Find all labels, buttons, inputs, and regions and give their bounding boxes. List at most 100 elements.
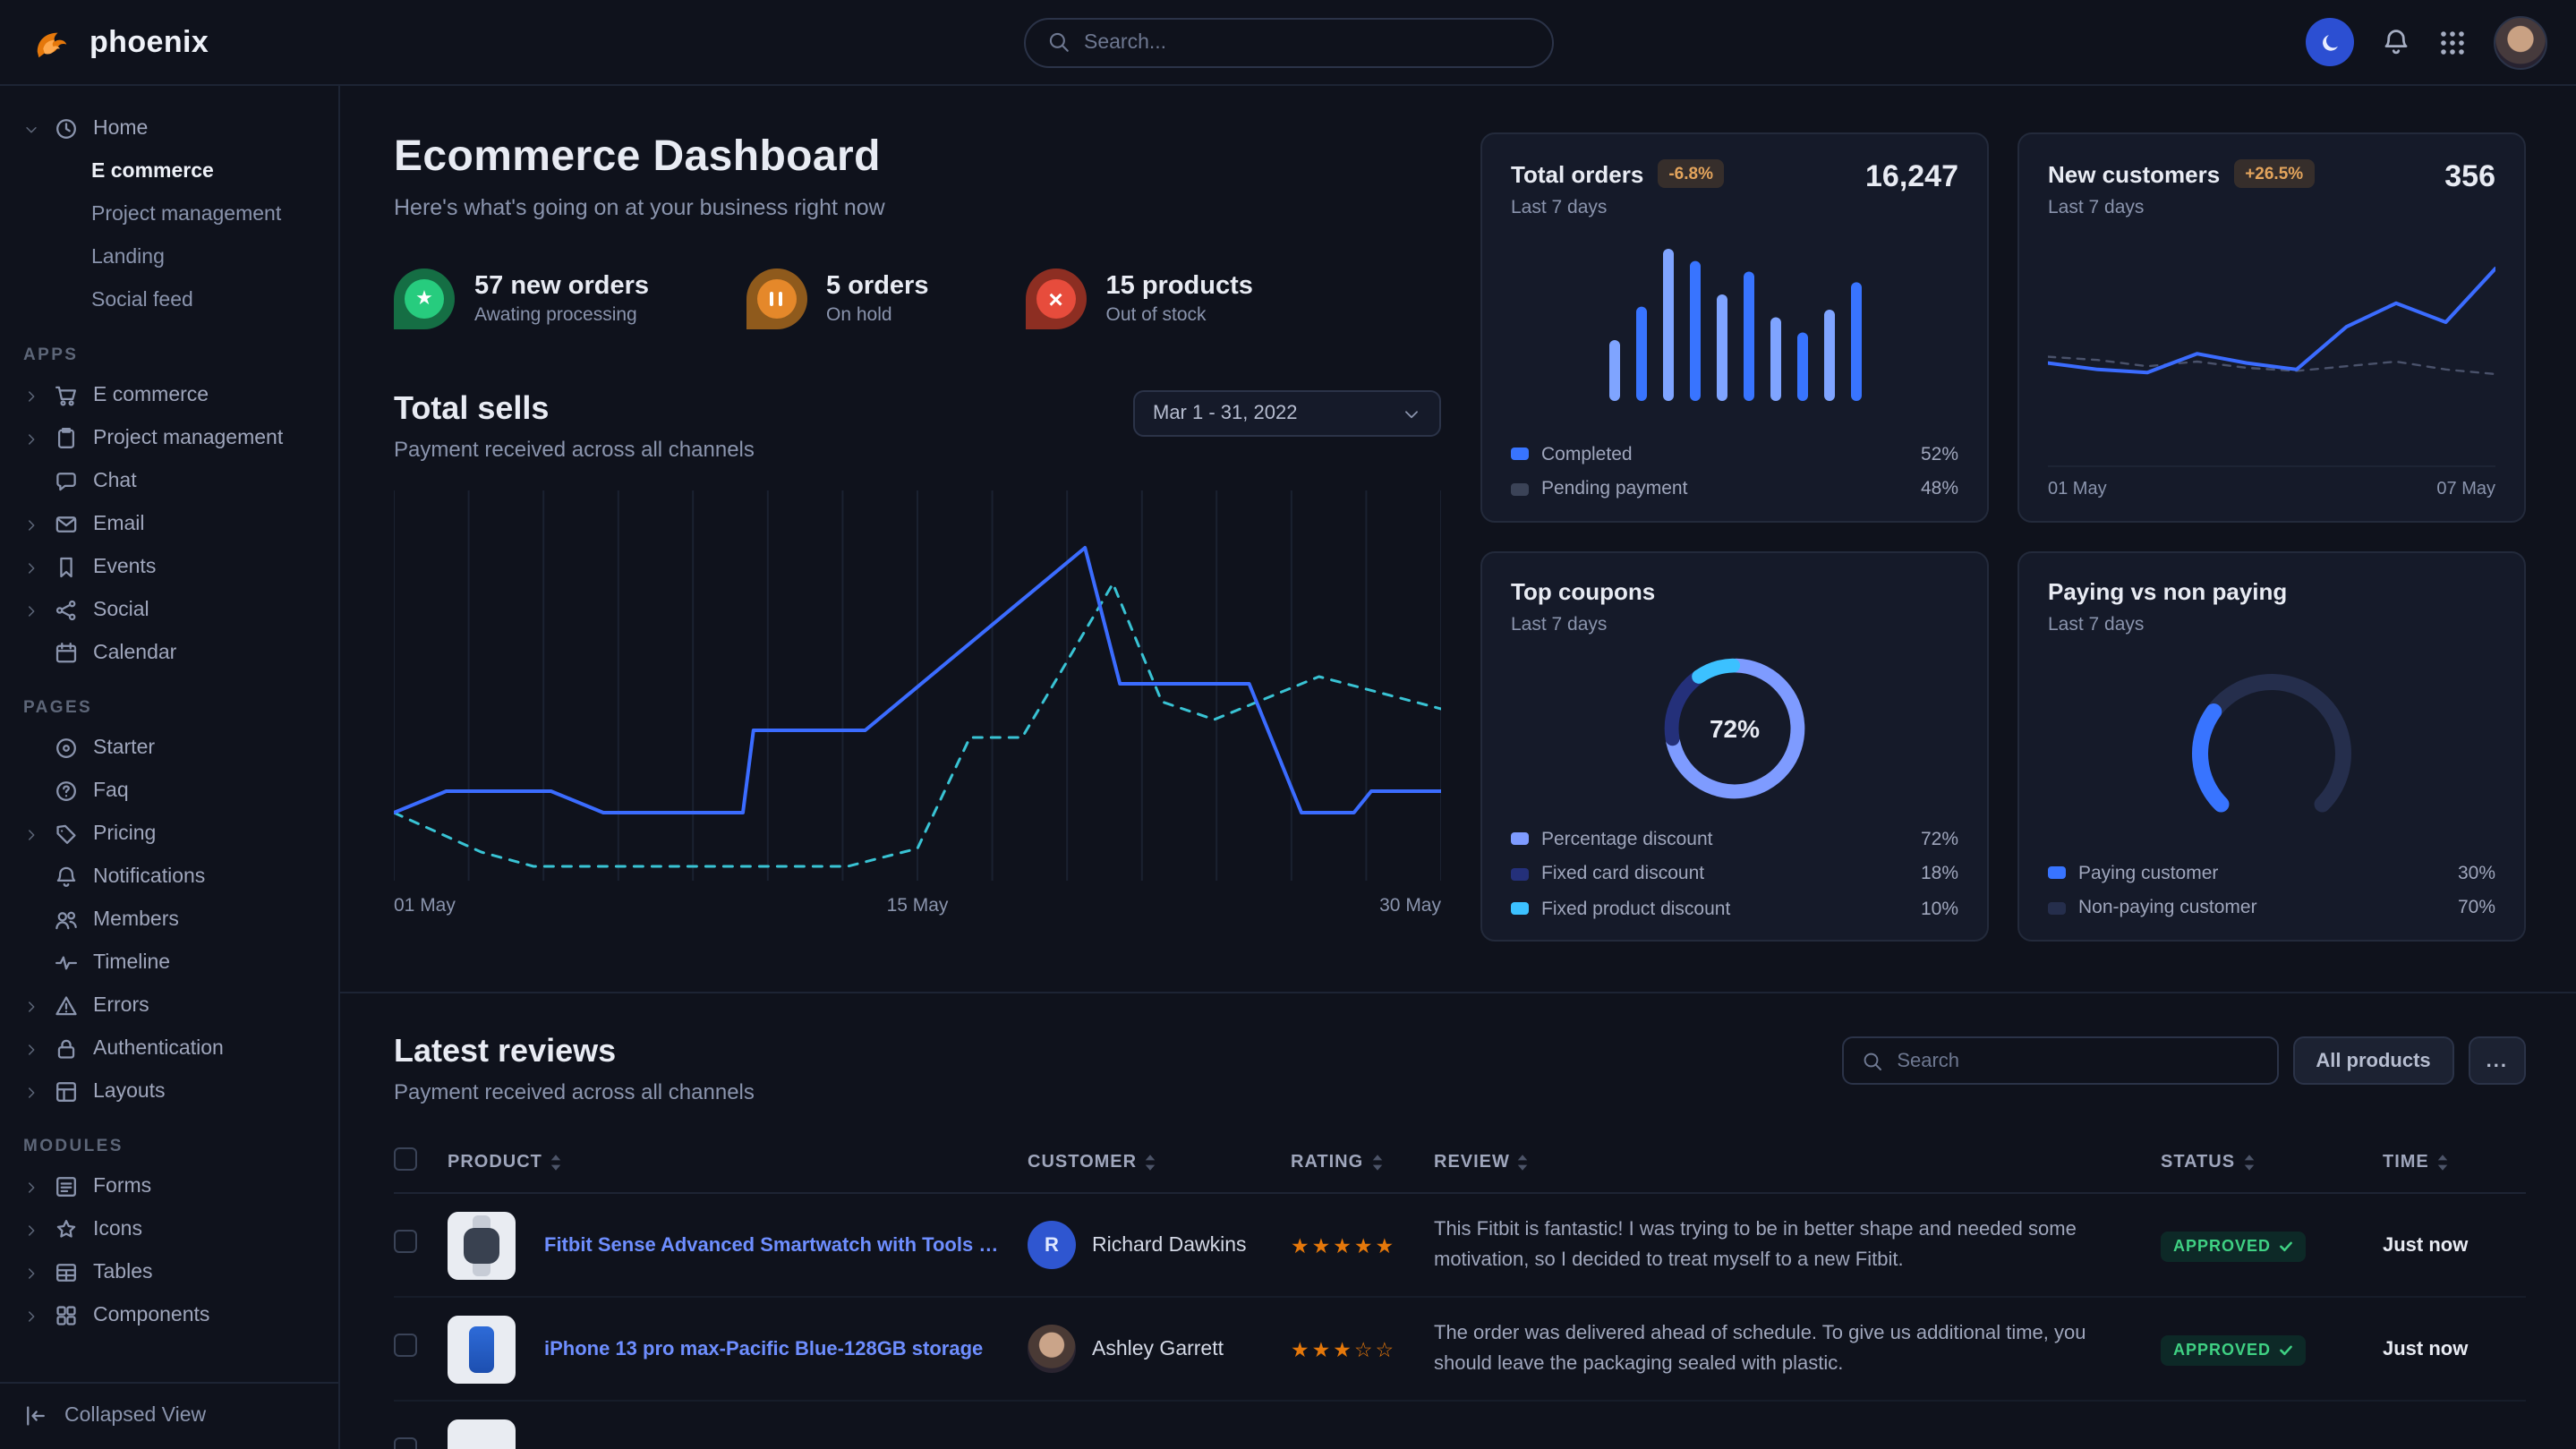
sidebar-item-faq[interactable]: Faq: [0, 770, 338, 813]
sidebar-item-social-feed[interactable]: Social feed: [0, 279, 338, 322]
column-header-time[interactable]: TIME: [2383, 1153, 2526, 1172]
sidebar-item-tables[interactable]: Tables: [0, 1251, 338, 1294]
sidebar-item-events[interactable]: Events: [0, 546, 338, 589]
sidebar-item-icons[interactable]: Icons: [0, 1208, 338, 1251]
reviews-controls: All products ...: [1841, 1036, 2526, 1085]
star-icon: [54, 1217, 81, 1242]
profile-avatar[interactable]: [2494, 15, 2547, 69]
date-range-select[interactable]: Mar 1 - 31, 2022: [1133, 390, 1441, 437]
legend-row: Completed52%: [1511, 443, 1958, 465]
sidebar-item-label: Home: [93, 118, 148, 140]
date-range-value: Mar 1 - 31, 2022: [1153, 403, 1297, 424]
sidebar-item-authentication[interactable]: Authentication: [0, 1027, 338, 1070]
chevron-right-icon: [23, 1308, 41, 1324]
global-search-input[interactable]: [1084, 31, 1530, 53]
product-thumbnail: [448, 1211, 544, 1279]
notifications-button[interactable]: [2381, 27, 2411, 57]
sidebar-item-calendar[interactable]: Calendar: [0, 632, 338, 675]
stat-star: ★57 new ordersAwating processing: [394, 268, 649, 329]
sidebar-item-timeline[interactable]: Timeline: [0, 942, 338, 984]
legend-row: Fixed product discount10%: [1511, 898, 1958, 919]
x-axis-label: 30 May: [1379, 895, 1441, 916]
sidebar-item-project-management[interactable]: Project management: [0, 193, 338, 236]
column-header-customer[interactable]: CUSTOMER: [1028, 1153, 1291, 1172]
stat-x: ×15 productsOut of stock: [1026, 268, 1253, 329]
product-link[interactable]: iPhone 13 pro max-Pacific Blue-128GB sto…: [544, 1338, 1028, 1360]
legend-swatch: [1511, 902, 1529, 915]
sidebar-item-members[interactable]: Members: [0, 899, 338, 942]
sidebar-item-pricing[interactable]: Pricing: [0, 813, 338, 856]
all-products-button[interactable]: All products: [2292, 1036, 2453, 1085]
column-header-status[interactable]: STATUS: [2161, 1153, 2383, 1172]
product-thumbnail: [448, 1419, 544, 1449]
stat-value: 15 products: [1106, 272, 1253, 301]
search-icon: [1046, 30, 1070, 54]
legend-swatch: [1511, 482, 1529, 495]
legend-row: Percentage discount72%: [1511, 828, 1958, 849]
card-total-orders: Total orders -6.8% Last 7 days 16,247 Co…: [1480, 132, 1989, 523]
sidebar-item-components[interactable]: Components: [0, 1294, 338, 1337]
legend-swatch: [1511, 867, 1529, 880]
column-header-rating[interactable]: RATING: [1291, 1153, 1434, 1172]
legend-swatch: [1511, 447, 1529, 460]
sidebar-item-email[interactable]: Email: [0, 503, 338, 546]
customer-cell: RRichard Dawkins: [1028, 1221, 1291, 1269]
column-header-product[interactable]: PRODUCT: [448, 1153, 1028, 1172]
chevron-right-icon: [23, 1179, 41, 1195]
sidebar-item-label: Authentication: [93, 1038, 224, 1060]
card-title: Top coupons: [1511, 578, 1655, 605]
legend-row: Paying customer30%: [2048, 862, 2495, 883]
total-sells-chart: 01 May15 May30 May: [394, 490, 1441, 916]
sidebar-item-project-management[interactable]: Project management: [0, 417, 338, 460]
more-actions-button[interactable]: ...: [2469, 1036, 2526, 1085]
row-checkbox[interactable]: [394, 1229, 448, 1261]
row-checkbox[interactable]: [394, 1436, 448, 1449]
sidebar-item-chat[interactable]: Chat: [0, 460, 338, 503]
clipboard-icon: [54, 426, 81, 451]
sidebar-item-label: Calendar: [93, 643, 176, 664]
page-subtitle: Here's what's going on at your business …: [394, 195, 1441, 220]
users-icon: [54, 908, 81, 933]
search-icon: [1861, 1050, 1882, 1071]
sidebar-item-home[interactable]: Home: [0, 107, 338, 150]
review-text: This Fitbit is fantastic! I was trying t…: [1434, 1215, 2161, 1274]
sidebar-item-starter[interactable]: Starter: [0, 727, 338, 770]
sidebar-item-notifications[interactable]: Notifications: [0, 856, 338, 899]
sidebar-item-e-commerce[interactable]: E commerce: [0, 374, 338, 417]
total-orders-legend: Completed52%Pending payment48%: [1511, 430, 1958, 499]
product-link[interactable]: Fitbit Sense Advanced Smartwatch with To…: [544, 1234, 1028, 1256]
question-icon: [54, 779, 81, 804]
sidebar-item-label: Layouts: [93, 1081, 166, 1103]
select-all-checkbox[interactable]: [394, 1146, 448, 1179]
target-icon: [54, 736, 81, 761]
reviews-search-input[interactable]: [1897, 1050, 2258, 1071]
column-header-review[interactable]: REVIEW: [1434, 1153, 2161, 1172]
sidebar-section-label: MODULES: [0, 1113, 338, 1165]
stat-caption: Out of stock: [1106, 304, 1253, 326]
sidebar-item-label: Tables: [93, 1262, 153, 1283]
customer-name: Ashley Garrett: [1092, 1338, 1224, 1360]
theme-toggle-button[interactable]: [2306, 18, 2354, 66]
sidebar-item-e-commerce[interactable]: E commerce: [0, 150, 338, 193]
stat-value: 57 new orders: [474, 272, 649, 301]
table-row: Fitbit Sense Advanced Smartwatch with To…: [394, 1194, 2526, 1298]
sidebar-item-label: Faq: [93, 780, 129, 802]
collapse-icon: [23, 1403, 50, 1428]
mail-icon: [54, 512, 81, 537]
sidebar-item-layouts[interactable]: Layouts: [0, 1070, 338, 1113]
layout-icon: [54, 1079, 81, 1104]
bookmark-icon: [54, 555, 81, 580]
sidebar-item-errors[interactable]: Errors: [0, 984, 338, 1027]
collapsed-view-button[interactable]: Collapsed View: [0, 1381, 338, 1449]
row-checkbox[interactable]: [394, 1333, 448, 1365]
sidebar-item-social[interactable]: Social: [0, 589, 338, 632]
brand[interactable]: phoenix: [29, 19, 340, 65]
card-title: Total orders: [1511, 160, 1643, 187]
legend-swatch: [1511, 832, 1529, 845]
sidebar-item-forms[interactable]: Forms: [0, 1165, 338, 1208]
table-header-row: PRODUCTCUSTOMERRATINGREVIEWSTATUSTIME: [394, 1133, 2526, 1194]
sidebar-item-landing[interactable]: Landing: [0, 236, 338, 279]
apps-menu-button[interactable]: [2438, 28, 2467, 56]
brand-name: phoenix: [90, 24, 209, 60]
stat-value: 5 orders: [826, 272, 928, 301]
